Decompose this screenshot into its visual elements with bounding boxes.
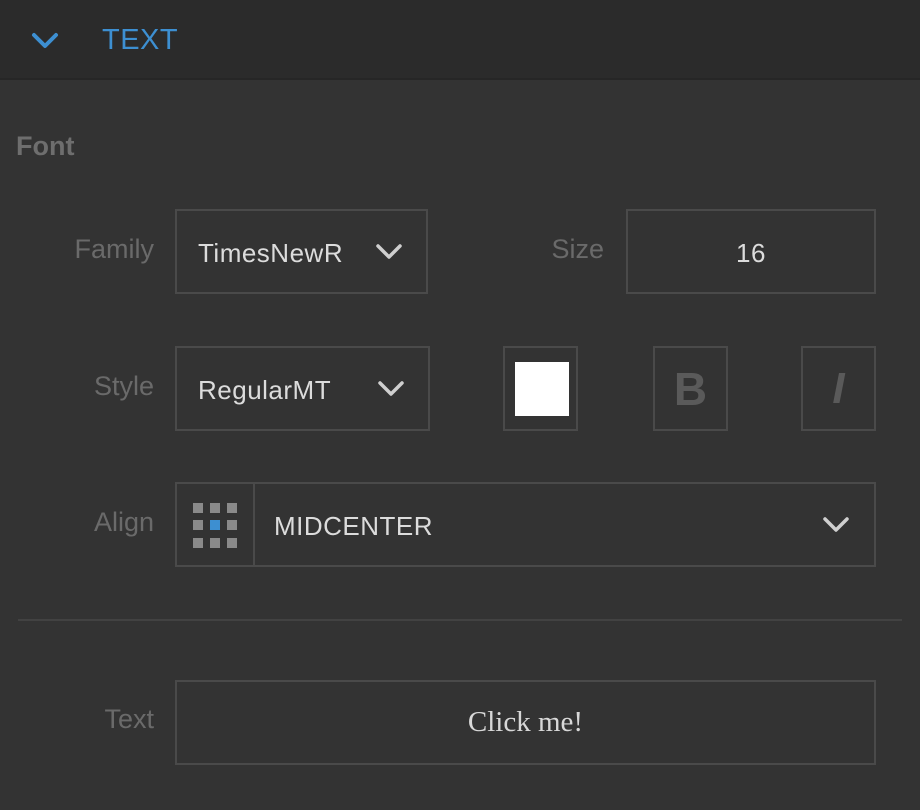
family-value: TimesNewR [198, 238, 344, 268]
align-label: Align [93, 507, 154, 537]
chevron-down-icon [378, 381, 404, 396]
align-dot-top-right [227, 503, 237, 513]
color-swatch [515, 362, 569, 416]
align-dropdown[interactable]: MIDCENTER [175, 482, 876, 567]
section-header[interactable]: TEXT [0, 0, 920, 80]
align-dot-middle-right [227, 520, 237, 530]
style-label: Style [93, 371, 154, 401]
align-dot-top-center [210, 503, 220, 513]
align-dot-bottom-right [227, 538, 237, 548]
size-label: Size [551, 234, 604, 264]
align-dot-bottom-center [210, 538, 220, 548]
align-value: MIDCENTER [274, 511, 434, 541]
family-dropdown[interactable]: TimesNewR [175, 209, 428, 294]
text-label: Text [104, 704, 154, 734]
chevron-down-icon [823, 517, 849, 532]
align-dot-top-left [193, 503, 203, 513]
alignment-grid-icon [177, 484, 255, 566]
bold-toggle[interactable]: B [653, 346, 728, 431]
italic-toggle[interactable]: I [801, 346, 876, 431]
align-dot-middle-left [193, 520, 203, 530]
chevron-down-icon[interactable] [30, 28, 60, 52]
style-value: RegularMT [198, 375, 332, 405]
chevron-down-icon [376, 244, 402, 259]
size-input[interactable]: 16 [626, 209, 876, 294]
text-input[interactable]: Click me! [175, 680, 876, 765]
align-dot-middle-center [210, 520, 220, 530]
size-value: 16 [736, 238, 766, 268]
align-dot-bottom-left [193, 538, 203, 548]
family-label: Family [74, 234, 155, 264]
italic-icon: I [832, 363, 845, 413]
color-picker-button[interactable] [503, 346, 578, 431]
bold-icon: B [673, 362, 708, 415]
font-section-title: Font [16, 131, 75, 161]
section-divider [18, 619, 902, 621]
text-value: Click me! [467, 706, 584, 738]
section-title: TEXT [102, 24, 179, 56]
style-dropdown[interactable]: RegularMT [175, 346, 430, 431]
